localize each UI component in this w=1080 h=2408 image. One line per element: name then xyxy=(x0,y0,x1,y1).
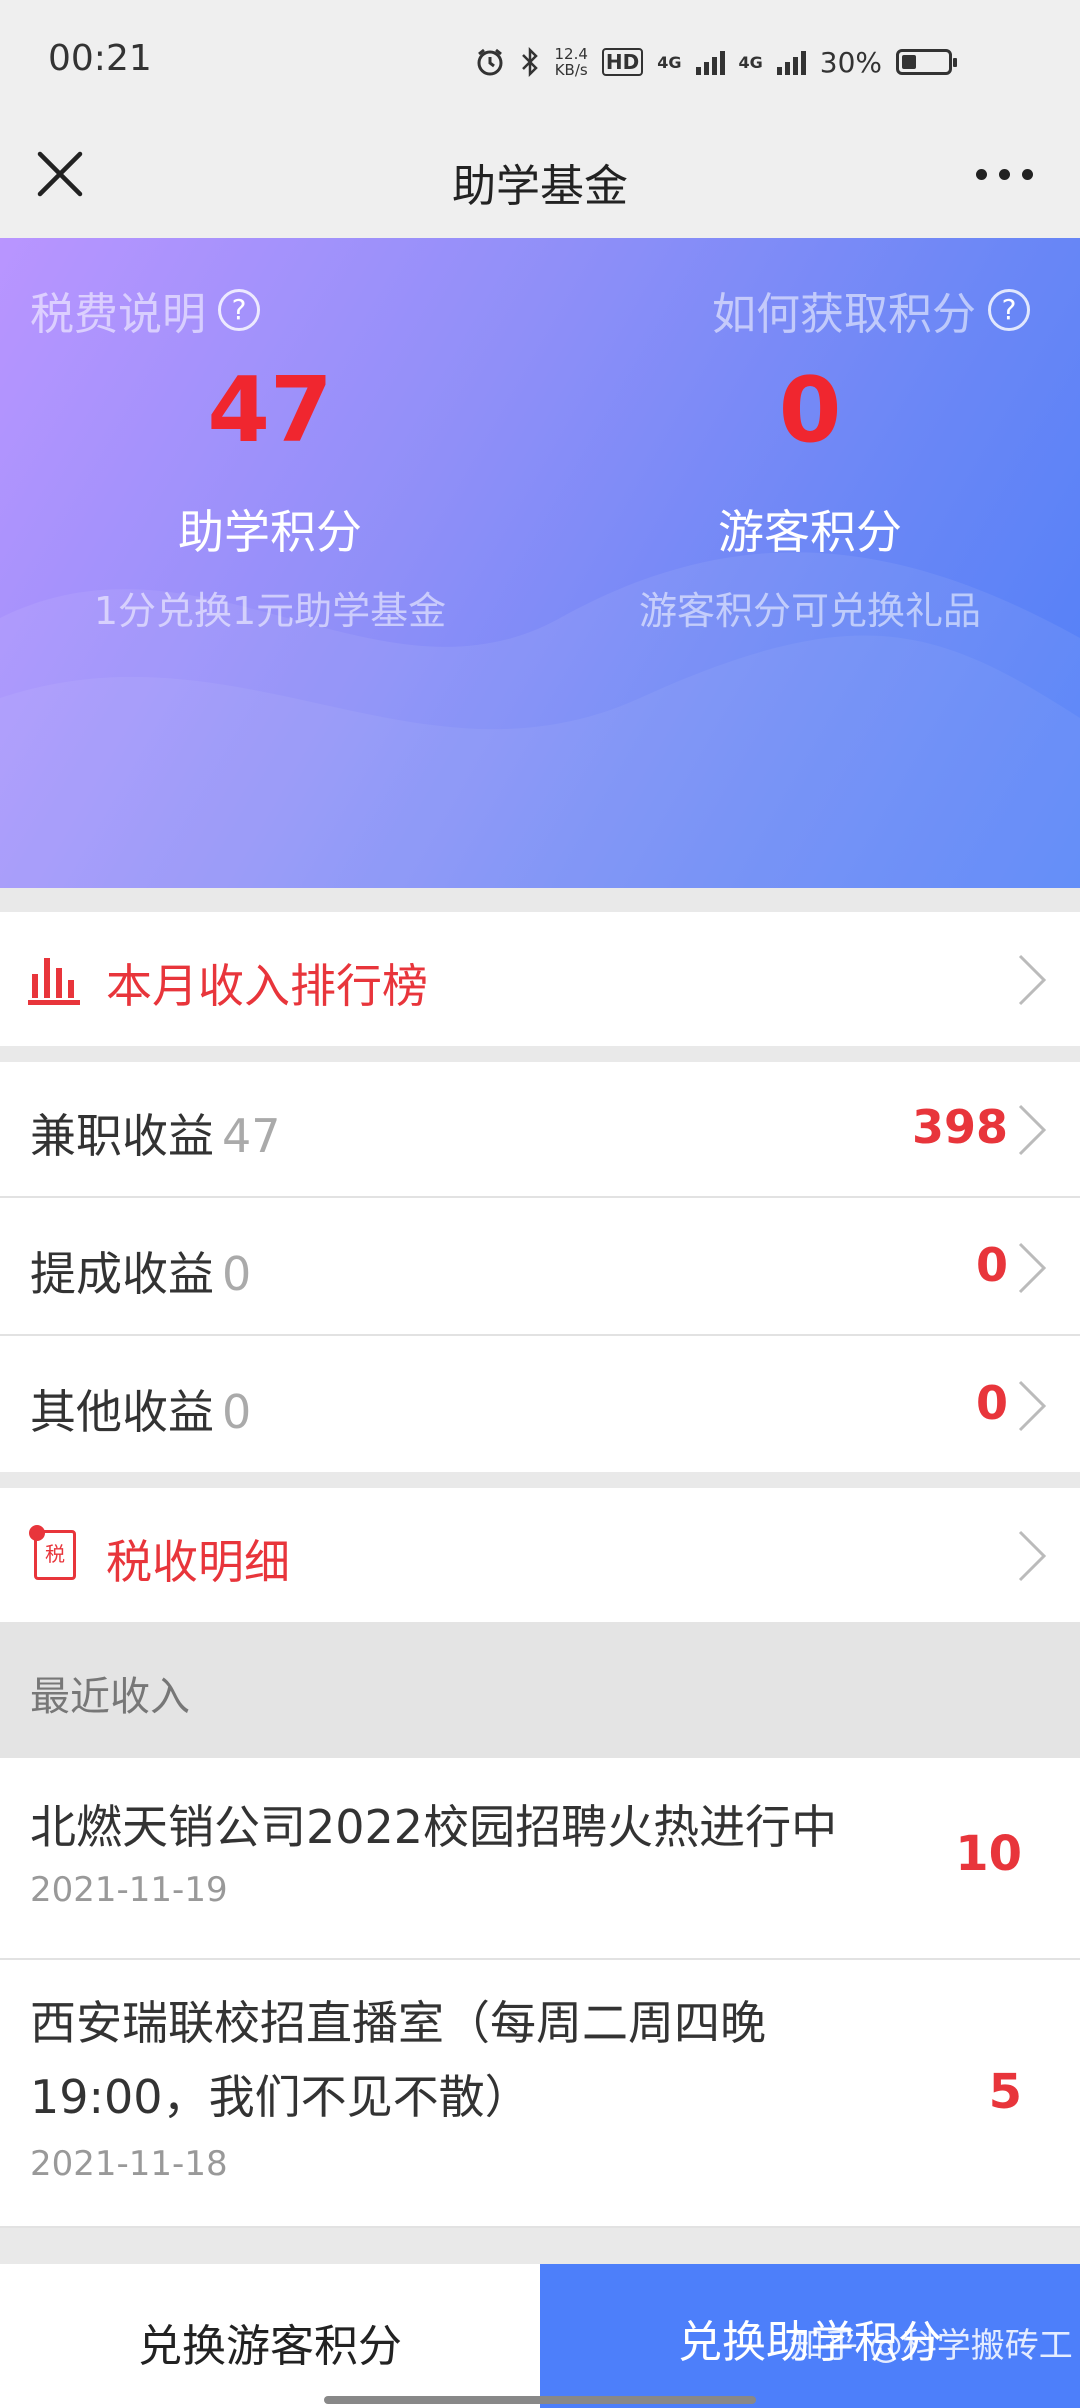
earnings-amount: 0 xyxy=(975,1376,1008,1430)
earnings-count: 47 xyxy=(222,1109,281,1163)
earnings-label: 兼职收益 47 xyxy=(30,1100,281,1166)
income-item-points: 10 xyxy=(955,1826,1022,1882)
chevron-right-icon xyxy=(1018,954,1047,1006)
list-item[interactable]: 西安瑞联校招直播室（每周二周四晚19:00，我们不见不散） 2021-11-18… xyxy=(0,1960,1080,2226)
tax-details-row[interactable]: 税 税收明细 xyxy=(0,1488,1080,1622)
guest-points-section: 如何获取积分 ? 0 游客积分 游客积分可兑换礼品 xyxy=(540,238,1080,888)
network-speed: 12.4 KB/s xyxy=(554,46,587,78)
bar-chart-icon xyxy=(28,958,80,1005)
points-panel: 税费说明 ? 47 助学积分 1分兑换1元助学基金 如何获取积分 ? 0 游客积… xyxy=(0,238,1080,888)
guest-points-label: 游客积分 xyxy=(718,505,902,559)
earnings-count: 0 xyxy=(222,1385,252,1439)
tax-info-label: 税费说明 xyxy=(30,289,206,340)
study-points-section: 税费说明 ? 47 助学积分 1分兑换1元助学基金 xyxy=(0,238,540,888)
earnings-type: 提成收益 xyxy=(30,1247,214,1301)
recent-income-title: 最近收入 xyxy=(30,1674,190,1720)
sim1-label: 4G xyxy=(657,52,682,72)
page-title: 助学基金 xyxy=(452,161,628,212)
network-speed-value: 12.4 xyxy=(554,45,588,63)
study-points-label: 助学积分 xyxy=(178,505,362,559)
how-to-earn-link[interactable]: 如何获取积分 ? xyxy=(712,278,1030,342)
earnings-row-parttime[interactable]: 兼职收益 47 398 xyxy=(0,1062,1080,1196)
status-time: 00:21 xyxy=(48,38,152,79)
hd-badge: HD xyxy=(601,48,644,76)
study-points-value: 47 xyxy=(207,358,333,463)
bluetooth-icon xyxy=(522,46,539,78)
guest-points-value: 0 xyxy=(778,358,842,463)
income-item-title: 西安瑞联校招直播室（每周二周四晚19:00，我们不见不散） xyxy=(30,1996,766,2124)
home-indicator[interactable] xyxy=(324,2396,756,2404)
help-icon: ? xyxy=(988,289,1030,331)
chevron-right-icon xyxy=(1018,1380,1047,1432)
status-icons: 12.4 KB/s HD 4G 4G 30% xyxy=(474,38,957,86)
tax-info-link[interactable]: 税费说明 ? xyxy=(30,278,260,342)
alarm-icon xyxy=(477,48,503,76)
network-speed-unit: KB/s xyxy=(554,61,588,79)
monthly-ranking-row[interactable]: 本月收入排行榜 xyxy=(0,912,1080,1046)
monthly-ranking-label: 本月收入排行榜 xyxy=(106,959,428,1013)
chevron-right-icon xyxy=(1018,1242,1047,1294)
income-item-title: 北燃天销公司2022校园招聘火热进行中 xyxy=(30,1800,838,1854)
battery-icon xyxy=(896,49,957,75)
more-icon[interactable] xyxy=(964,142,1044,206)
battery-percent: 30% xyxy=(819,45,882,79)
guest-points-desc: 游客积分可兑换礼品 xyxy=(638,589,981,633)
earnings-label: 其他收益 0 xyxy=(30,1376,251,1442)
list-item[interactable]: 北燃天销公司2022校园招聘火热进行中 2021-11-19 10 xyxy=(0,1758,1080,1958)
earnings-row-other[interactable]: 其他收益 0 0 xyxy=(0,1336,1080,1472)
divider xyxy=(0,2226,1080,2228)
nav-bar: 助学基金 xyxy=(0,120,1080,238)
chevron-right-icon xyxy=(1018,1104,1047,1156)
earnings-type: 其他收益 xyxy=(30,1385,214,1439)
earnings-amount: 0 xyxy=(975,1238,1008,1292)
tax-doc-icon: 税 xyxy=(29,1525,76,1580)
income-item-date: 2021-11-18 xyxy=(30,2144,228,2184)
earnings-amount: 398 xyxy=(911,1100,1008,1154)
earnings-type: 兼职收益 xyxy=(30,1109,214,1163)
exchange-guest-points-button[interactable]: 兑换游客积分 xyxy=(0,2264,540,2408)
income-item-points: 5 xyxy=(988,2064,1022,2120)
tax-details-label: 税收明细 xyxy=(106,1535,290,1589)
signal-icon xyxy=(695,49,725,75)
status-bar: 00:21 12.4 KB/s HD 4G 4G 30% xyxy=(0,0,1080,120)
earnings-count: 0 xyxy=(222,1247,252,1301)
tax-icon-char: 税 xyxy=(45,1542,65,1566)
income-item-date: 2021-11-19 xyxy=(30,1870,228,1910)
chevron-right-icon xyxy=(1018,1530,1047,1582)
sim2-label: 4G xyxy=(738,52,763,72)
study-points-desc: 1分兑换1元助学基金 xyxy=(93,589,447,633)
how-to-earn-label: 如何获取积分 xyxy=(712,289,976,340)
earnings-label: 提成收益 0 xyxy=(30,1238,251,1304)
earnings-row-commission[interactable]: 提成收益 0 0 xyxy=(0,1198,1080,1334)
recent-income-header: 最近收入 xyxy=(0,1622,1080,1758)
signal-icon-2 xyxy=(776,49,806,75)
help-icon: ? xyxy=(218,289,260,331)
watermark: 知乎 @科学搬砖工 xyxy=(790,2326,1073,2366)
